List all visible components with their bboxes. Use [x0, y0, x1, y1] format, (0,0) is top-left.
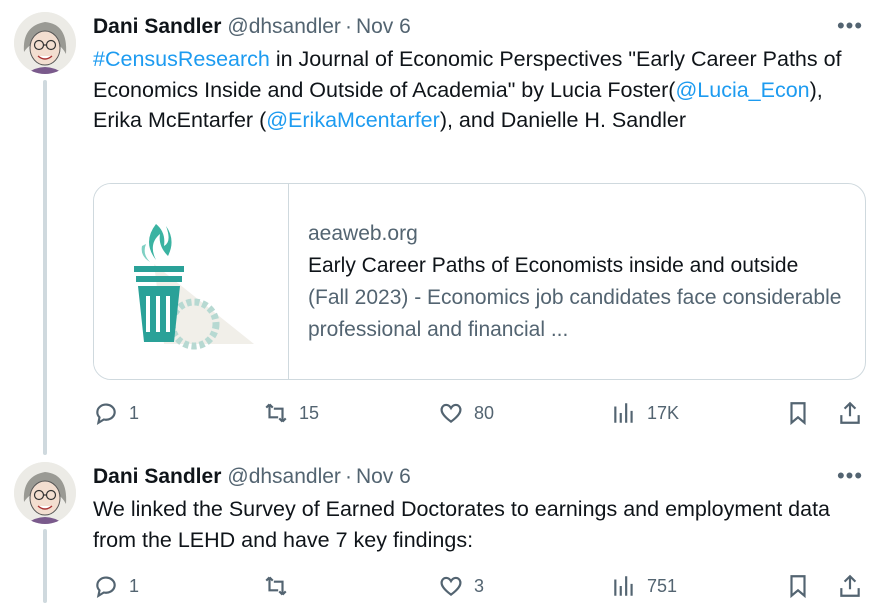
- repost-icon: [265, 576, 287, 596]
- hashtag-link[interactable]: #CensusResearch: [93, 47, 270, 71]
- text-segment: ), and Danielle H. Sandler: [439, 108, 687, 132]
- views-chart-icon: [614, 403, 633, 423]
- repost-button[interactable]: 15: [263, 396, 319, 430]
- reply-icon: [96, 403, 116, 425]
- share-icon: [840, 401, 860, 424]
- action-bar: 1 3 751: [93, 569, 873, 603]
- tweet-header: Dani Sandler @dhsandler · Nov 6: [93, 12, 411, 42]
- like-button[interactable]: 80: [438, 396, 494, 430]
- bookmark-icon: [790, 402, 806, 426]
- author-name[interactable]: Dani Sandler: [93, 465, 221, 489]
- tweet-header: Dani Sandler @dhsandler · Nov 6: [93, 462, 411, 492]
- card-description: (Fall 2023) - Economics job candidates f…: [308, 286, 842, 341]
- more-options-icon[interactable]: •••: [836, 13, 864, 38]
- reply-button[interactable]: 1: [93, 396, 139, 430]
- share-icon: [840, 574, 860, 597]
- action-bar: 1 15 80 17K: [93, 396, 873, 430]
- reply-count: 1: [129, 575, 140, 596]
- card-thumbnail: [94, 184, 289, 379]
- views-button[interactable]: 751: [611, 569, 677, 603]
- repost-count: 15: [299, 402, 320, 423]
- more-options-icon[interactable]: •••: [836, 463, 864, 488]
- views-chart-icon: [614, 576, 633, 596]
- torch-logo-icon: [134, 224, 254, 350]
- like-button[interactable]: 3: [438, 569, 484, 603]
- tweet[interactable]: Dani Sandler @dhsandler · Nov 6 ••• #Cen…: [0, 0, 878, 455]
- avatar-image: [14, 12, 76, 74]
- repost-icon: [265, 403, 287, 423]
- tweet-date[interactable]: Nov 6: [356, 15, 411, 39]
- heart-icon: [440, 576, 462, 597]
- tweet-text: #CensusResearch in Journal of Economic P…: [93, 44, 868, 136]
- tweet[interactable]: Dani Sandler @dhsandler · Nov 6 ••• We l…: [0, 455, 878, 603]
- bookmark-button[interactable]: [785, 396, 811, 430]
- card-title: Early Career Paths of Economists inside …: [308, 254, 799, 277]
- avatar[interactable]: [14, 462, 76, 524]
- avatar[interactable]: [14, 12, 76, 74]
- like-count: 3: [474, 575, 485, 596]
- mention-link[interactable]: @Lucia_Econ: [675, 78, 809, 102]
- separator: ·: [344, 15, 352, 38]
- author-handle[interactable]: @dhsandler: [227, 465, 341, 489]
- thread-line: [43, 529, 47, 603]
- bookmark-button[interactable]: [785, 569, 811, 603]
- share-button[interactable]: [837, 396, 863, 430]
- view-count: 751: [647, 575, 678, 596]
- author-handle[interactable]: @dhsandler: [227, 15, 341, 39]
- mention-link[interactable]: @ErikaMcentarfer: [266, 108, 440, 132]
- tweet-text: We linked the Survey of Earned Doctorate…: [93, 497, 830, 552]
- card-domain: aeaweb.org: [308, 222, 418, 245]
- tweet-date[interactable]: Nov 6: [356, 465, 411, 489]
- reply-button[interactable]: 1: [93, 569, 139, 603]
- reply-count: 1: [129, 402, 140, 423]
- view-count: 17K: [647, 402, 680, 423]
- author-name[interactable]: Dani Sandler: [93, 15, 221, 39]
- views-button[interactable]: 17K: [611, 396, 679, 430]
- like-count: 80: [474, 402, 495, 423]
- heart-icon: [440, 403, 462, 424]
- thread-line: [43, 80, 47, 455]
- repost-button[interactable]: [263, 569, 299, 603]
- link-card[interactable]: aeaweb.org Early Career Paths of Economi…: [93, 183, 866, 380]
- separator: ·: [344, 465, 352, 488]
- avatar-image: [14, 462, 76, 524]
- reply-icon: [96, 576, 116, 598]
- share-button[interactable]: [837, 569, 863, 603]
- bookmark-icon: [790, 575, 806, 599]
- card-body: aeaweb.org Early Career Paths of Economi…: [308, 218, 858, 346]
